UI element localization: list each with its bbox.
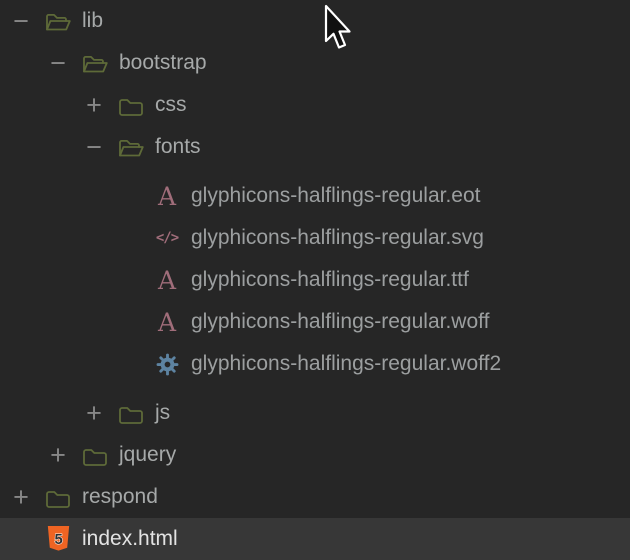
font-file-icon: A bbox=[157, 265, 177, 295]
folder-closed-icon bbox=[44, 482, 72, 512]
tree-row[interactable]: + jquery bbox=[0, 434, 630, 476]
tree-item-label: bootstrap bbox=[119, 51, 207, 74]
tree-row[interactable]: − lib bbox=[0, 0, 630, 42]
tree-item-label: glyphicons-halflings-regular.eot bbox=[191, 184, 481, 207]
code-file-icon: </> bbox=[155, 230, 179, 246]
font-file-icon: A bbox=[157, 307, 177, 337]
svg-text:5: 5 bbox=[54, 532, 62, 548]
tree-item-label: glyphicons-halflings-regular.woff2 bbox=[191, 352, 502, 375]
tree-item-label: js bbox=[155, 401, 171, 424]
collapse-toggle-icon[interactable]: − bbox=[81, 133, 107, 161]
expand-toggle-icon[interactable]: + bbox=[81, 91, 107, 119]
expand-toggle-icon[interactable]: + bbox=[45, 441, 71, 469]
folder-open-icon bbox=[117, 132, 145, 162]
folder-open-icon bbox=[44, 6, 72, 36]
tree-item-label: glyphicons-halflings-regular.woff bbox=[191, 310, 490, 333]
tree-item-label: lib bbox=[82, 9, 104, 32]
tree-item-label: respond bbox=[82, 485, 158, 508]
tree-row[interactable]: − fonts bbox=[0, 126, 630, 168]
tree-item-label: glyphicons-halflings-regular.svg bbox=[191, 226, 484, 249]
tree-item-label: index.html bbox=[82, 527, 178, 550]
tree-row[interactable]: − bootstrap bbox=[0, 42, 630, 84]
tree-row[interactable]: + js bbox=[0, 392, 630, 434]
gear-icon bbox=[153, 349, 181, 379]
tree-row[interactable]: + css bbox=[0, 84, 630, 126]
tree-row[interactable]: Aglyphicons-halflings-regular.woff bbox=[0, 301, 630, 343]
collapse-toggle-icon[interactable]: − bbox=[45, 49, 71, 77]
expand-toggle-icon[interactable]: + bbox=[81, 399, 107, 427]
tree-row[interactable]: glyphicons-halflings-regular.woff2 bbox=[0, 343, 630, 385]
tree-item-label: glyphicons-halflings-regular.ttf bbox=[191, 268, 469, 291]
tree-row[interactable]: 5 index.html bbox=[0, 518, 630, 560]
html5-icon: 5 bbox=[44, 524, 72, 554]
project-tree: − lib − bootstrap + css − fonts Aglyphicons-half… bbox=[0, 0, 630, 560]
tree-item-label: fonts bbox=[155, 135, 201, 158]
tree-item-label: jquery bbox=[119, 443, 177, 466]
folder-closed-icon bbox=[117, 398, 145, 428]
collapse-toggle-icon[interactable]: − bbox=[8, 7, 34, 35]
tree-row[interactable]: + respond bbox=[0, 476, 630, 518]
font-file-icon: A bbox=[157, 181, 177, 211]
folder-closed-icon bbox=[81, 440, 109, 470]
tree-row[interactable]: Aglyphicons-halflings-regular.ttf bbox=[0, 259, 630, 301]
tree-row[interactable]: Aglyphicons-halflings-regular.eot bbox=[0, 175, 630, 217]
tree-item-label: css bbox=[155, 93, 187, 116]
tree-row[interactable]: </> glyphicons-halflings-regular.svg bbox=[0, 217, 630, 259]
expand-toggle-icon[interactable]: + bbox=[8, 483, 34, 511]
folder-open-icon bbox=[81, 48, 109, 78]
folder-closed-icon bbox=[117, 90, 145, 120]
